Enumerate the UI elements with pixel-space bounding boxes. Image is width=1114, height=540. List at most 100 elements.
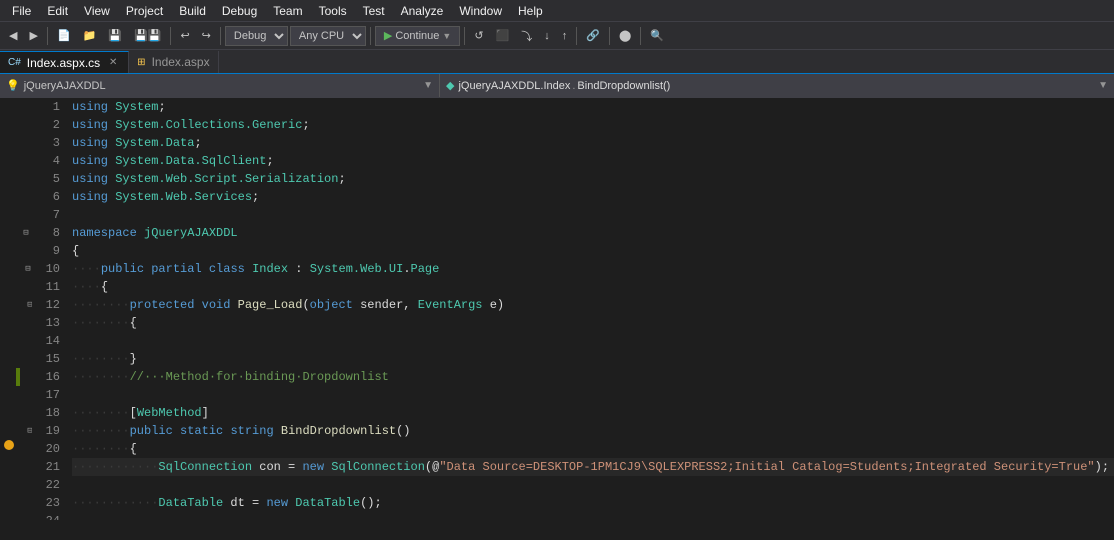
platform-dropdown[interactable]: Any CPU bbox=[290, 26, 366, 46]
line-num-18: 18 bbox=[32, 404, 60, 422]
menu-project[interactable]: Project bbox=[118, 2, 171, 20]
fold-7 bbox=[20, 206, 32, 224]
attach-button[interactable]: 🔗 bbox=[581, 25, 605, 47]
fold-1 bbox=[20, 98, 32, 116]
toolbar-sep-3 bbox=[220, 27, 221, 45]
fold-6 bbox=[20, 188, 32, 206]
line-num-7: 7 bbox=[32, 206, 60, 224]
code-line-6: using System.Web.Services; bbox=[72, 188, 1114, 206]
code-line-5: using System.Web.Script.Serialization; bbox=[72, 170, 1114, 188]
restart-button[interactable]: ↺ bbox=[469, 25, 488, 47]
fold-9 bbox=[20, 242, 32, 260]
menu-edit[interactable]: Edit bbox=[39, 2, 76, 20]
step-into-button[interactable]: ↓ bbox=[539, 25, 555, 47]
fold-4 bbox=[20, 152, 32, 170]
code-line-11: ····{ bbox=[72, 278, 1114, 296]
new-file-button[interactable]: 📄 bbox=[52, 25, 76, 47]
menu-help[interactable]: Help bbox=[510, 2, 551, 20]
menu-test[interactable]: Test bbox=[355, 2, 393, 20]
line-num-1: 1 bbox=[32, 98, 60, 116]
find-button[interactable]: 🔍 bbox=[645, 25, 669, 47]
breakpoints-button[interactable]: ⬤ bbox=[614, 25, 636, 47]
fold-3 bbox=[20, 134, 32, 152]
nav-namespace: jQueryAJAXDDL.Index bbox=[458, 80, 570, 92]
toolbar-sep-2 bbox=[170, 27, 171, 45]
line-num-13: 13 bbox=[32, 314, 60, 332]
fold-14 bbox=[20, 332, 32, 350]
tab-index-aspx[interactable]: ⊞ Index.aspx bbox=[129, 51, 218, 73]
fold-8[interactable]: ⊟ bbox=[20, 224, 32, 242]
toolbar-sep-4 bbox=[370, 27, 371, 45]
line-numbers: 1 2 3 4 5 6 7 8 9 10 11 12 13 14 15 16 1… bbox=[32, 98, 68, 520]
line-num-16: 16 bbox=[32, 368, 60, 386]
fold-19[interactable]: ⊟ bbox=[20, 422, 32, 440]
undo-button[interactable]: ↩ bbox=[175, 25, 194, 47]
line-num-23: 23 bbox=[32, 494, 60, 512]
breakpoint-indicator[interactable] bbox=[2, 440, 14, 454]
stop-button[interactable]: ⬛ bbox=[491, 25, 515, 47]
line-num-6: 6 bbox=[32, 188, 60, 206]
code-line-18: ········[WebMethod] bbox=[72, 404, 1114, 422]
nav-right-icon: ◆ bbox=[446, 79, 454, 92]
menu-view[interactable]: View bbox=[76, 2, 118, 20]
code-line-3: using System.Data; bbox=[72, 134, 1114, 152]
fold-15 bbox=[20, 350, 32, 368]
code-line-22 bbox=[72, 476, 1114, 494]
tab-label-index-aspx-cs: Index.aspx.cs bbox=[27, 56, 100, 70]
continue-button[interactable]: ▶ Continue ▼ bbox=[375, 26, 460, 46]
code-area: ⊟ ⊟ ⊟ ⊟ 1 2 3 4 5 6 7 8 9 10 11 12 13 14… bbox=[0, 98, 1114, 520]
toolbar-sep-6 bbox=[576, 27, 577, 45]
menu-team[interactable]: Team bbox=[265, 2, 310, 20]
code-line-9: { bbox=[72, 242, 1114, 260]
debug-config-dropdown[interactable]: Debug bbox=[225, 26, 288, 46]
menu-tools[interactable]: Tools bbox=[311, 2, 355, 20]
nav-right-dropdown[interactable]: ◆ jQueryAJAXDDL.Index . BindDropdownlist… bbox=[440, 74, 1114, 97]
fold-2 bbox=[20, 116, 32, 134]
line-num-3: 3 bbox=[32, 134, 60, 152]
tab-index-aspx-cs[interactable]: C# Index.aspx.cs ✕ bbox=[0, 51, 129, 73]
line-num-8: 8 bbox=[32, 224, 60, 242]
code-line-4: using System.Data.SqlClient; bbox=[72, 152, 1114, 170]
step-out-button[interactable]: ↑ bbox=[557, 25, 573, 47]
code-line-8: namespace jQueryAJAXDDL bbox=[72, 224, 1114, 242]
open-button[interactable]: 📁 bbox=[78, 25, 102, 47]
back-button[interactable]: ◀ bbox=[4, 25, 22, 47]
code-line-16: ········//···Method·for·binding·Dropdown… bbox=[72, 368, 1114, 386]
fold-16 bbox=[20, 368, 32, 386]
toolbar-sep-7 bbox=[609, 27, 610, 45]
fold-12[interactable]: ⊟ bbox=[20, 296, 32, 314]
save-all-button[interactable]: 💾💾 bbox=[129, 25, 166, 47]
code-line-23: ············DataTable dt = new DataTable… bbox=[72, 494, 1114, 512]
code-line-15: ········} bbox=[72, 350, 1114, 368]
step-over-button[interactable]: ⤵ bbox=[516, 25, 537, 47]
line-num-19: 19 bbox=[32, 422, 60, 440]
indicator-column bbox=[0, 98, 16, 520]
tab-label-index-aspx: Index.aspx bbox=[152, 55, 210, 69]
fold-18 bbox=[20, 404, 32, 422]
menu-file[interactable]: File bbox=[4, 2, 39, 20]
line-num-10: 10 bbox=[32, 260, 60, 278]
line-num-21: 21 bbox=[32, 458, 60, 476]
fold-11 bbox=[20, 278, 32, 296]
menu-window[interactable]: Window bbox=[451, 2, 510, 20]
tab-icon-cs: C# bbox=[8, 57, 21, 68]
tab-close-index-aspx-cs[interactable]: ✕ bbox=[106, 56, 120, 70]
save-button[interactable]: 💾 bbox=[103, 25, 127, 47]
fold-17 bbox=[20, 386, 32, 404]
menu-debug[interactable]: Debug bbox=[214, 2, 265, 20]
menu-build[interactable]: Build bbox=[171, 2, 214, 20]
tab-bar: C# Index.aspx.cs ✕ ⊞ Index.aspx bbox=[0, 50, 1114, 74]
fold-10[interactable]: ⊟ bbox=[20, 260, 32, 278]
line-num-14: 14 bbox=[32, 332, 60, 350]
line-num-15: 15 bbox=[32, 350, 60, 368]
redo-button[interactable]: ↪ bbox=[197, 25, 216, 47]
code-line-12: ········protected void Page_Load(object … bbox=[72, 296, 1114, 314]
forward-button[interactable]: ▶ bbox=[24, 25, 42, 47]
line-num-2: 2 bbox=[32, 116, 60, 134]
code-editor[interactable]: using System; using System.Collections.G… bbox=[68, 98, 1114, 520]
line-num-24: 24 bbox=[32, 512, 60, 520]
nav-left-dropdown[interactable]: 💡 jQueryAJAXDDL ▼ bbox=[0, 74, 440, 97]
menu-analyze[interactable]: Analyze bbox=[393, 2, 452, 20]
line-num-4: 4 bbox=[32, 152, 60, 170]
toolbar-sep-8 bbox=[640, 27, 641, 45]
